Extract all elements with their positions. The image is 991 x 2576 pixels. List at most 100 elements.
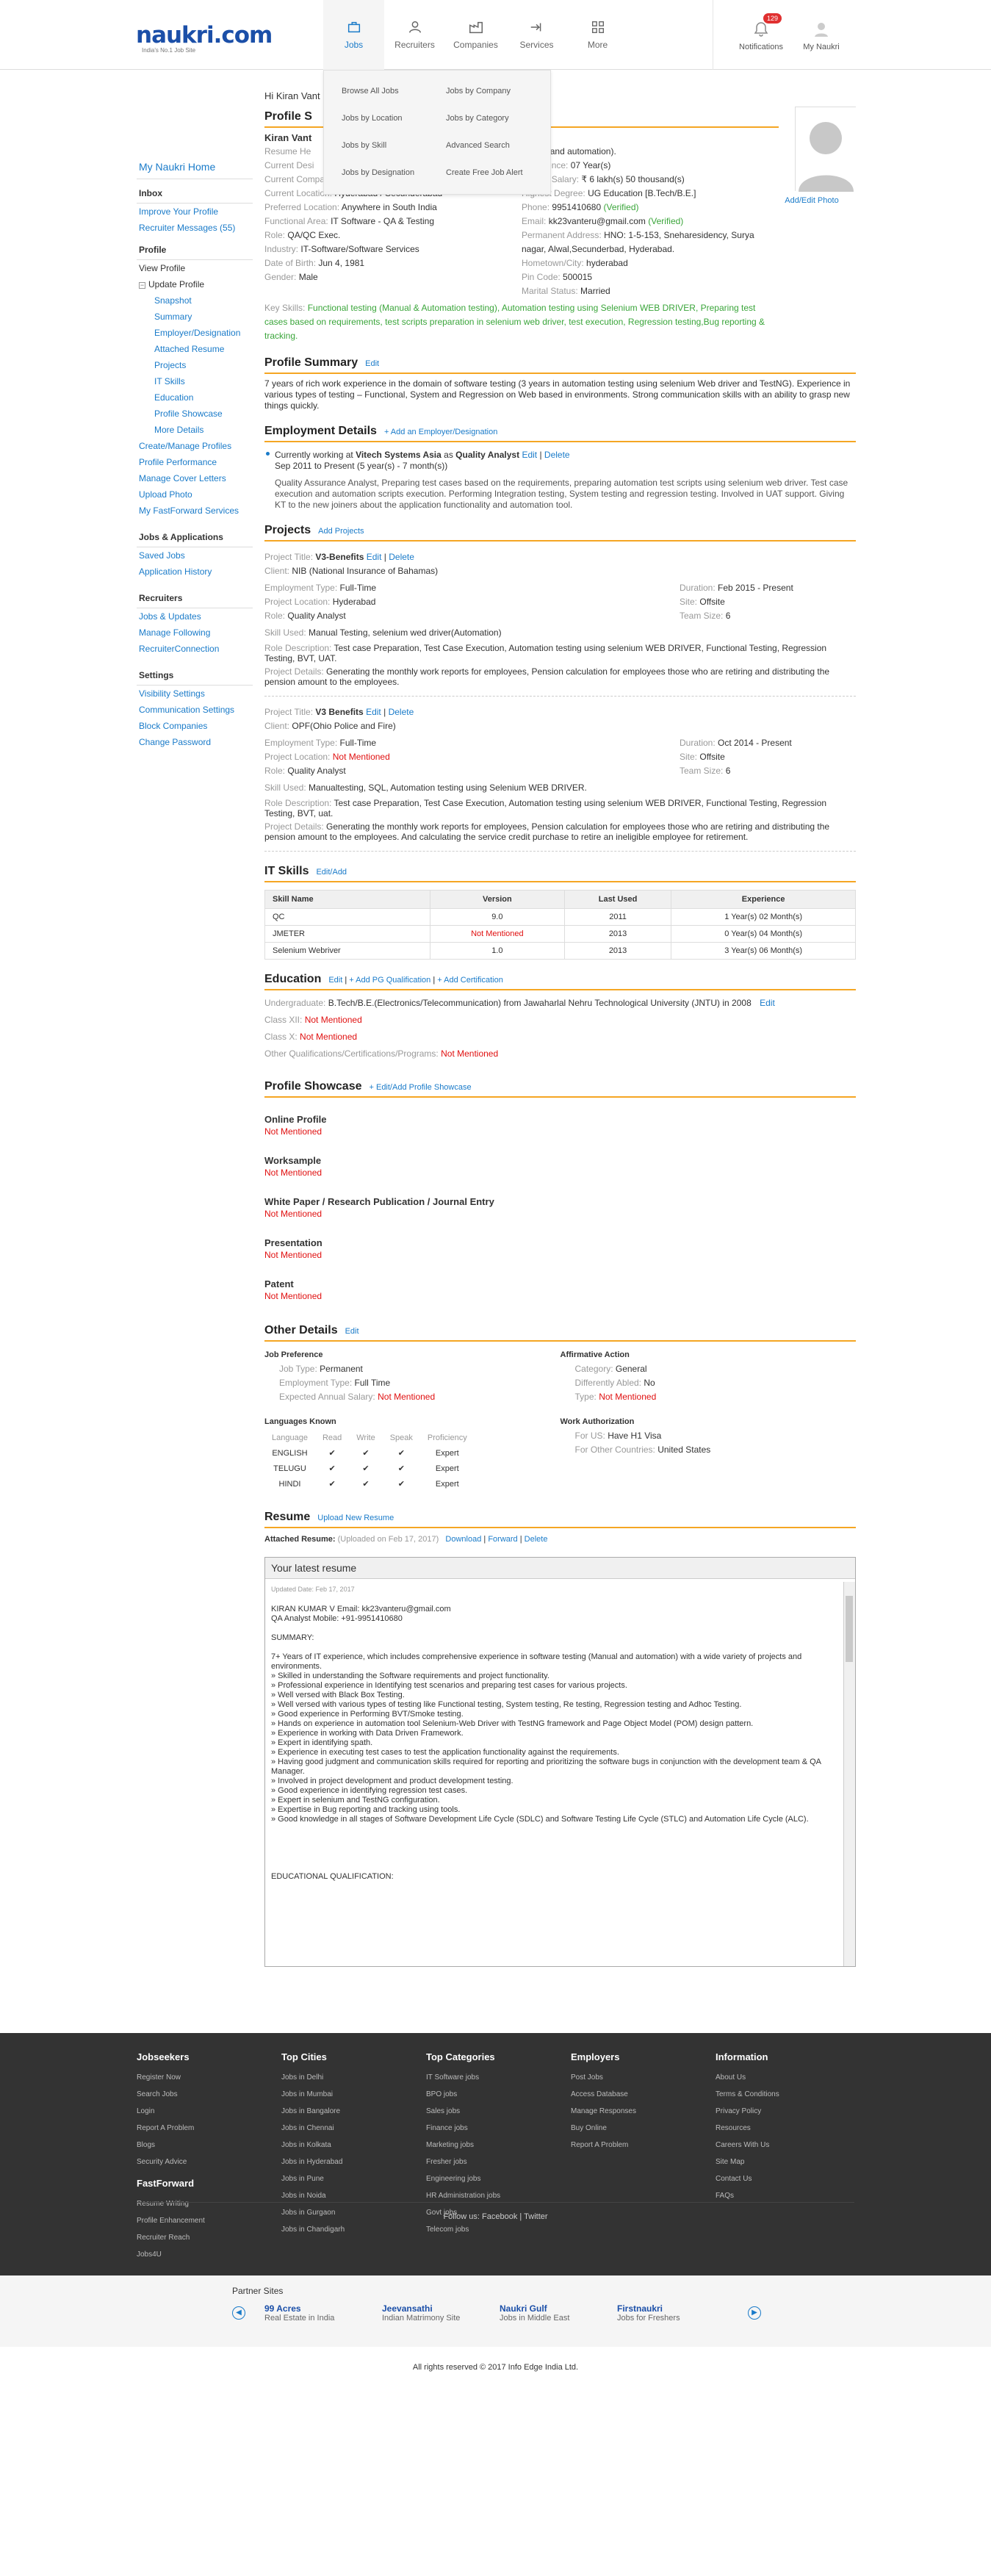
dropdown-item[interactable]: Create Free Job Alert: [437, 168, 541, 195]
sidebar-link[interactable]: Manage Following: [137, 625, 253, 641]
footer-link[interactable]: Search Jobs: [137, 2086, 276, 2103]
dropdown-item[interactable]: Browse All Jobs: [333, 87, 437, 114]
footer-link[interactable]: Security Advice: [137, 2154, 276, 2170]
add-employer-link[interactable]: + Add an Employer/Designation: [384, 428, 497, 436]
nav-recruiters[interactable]: Recruiters: [384, 0, 445, 70]
footer-link[interactable]: Recruiter Reach: [137, 2229, 276, 2246]
add-edit-photo-link[interactable]: Add/Edit Photo: [768, 196, 856, 205]
footer-link[interactable]: Jobs in Delhi: [281, 2069, 421, 2086]
delete-project-link[interactable]: Delete: [389, 707, 414, 717]
resume-preview-body[interactable]: Updated Date: Feb 17, 2017 KIRAN KUMAR V …: [265, 1579, 842, 1957]
sidebar-link[interactable]: Communication Settings: [137, 702, 253, 718]
sidebar-sub-link[interactable]: Projects: [137, 357, 253, 373]
footer-link[interactable]: BPO jobs: [426, 2086, 566, 2103]
delete-project-link[interactable]: Delete: [389, 552, 414, 562]
facebook-link[interactable]: Facebook: [482, 2212, 517, 2221]
edit-education-link[interactable]: Edit: [328, 976, 342, 985]
my-naukri-button[interactable]: My Naukri: [791, 13, 851, 51]
partner-site-item[interactable]: Firstnaukri Jobs for Freshers: [617, 2303, 735, 2323]
sidebar-sub-link[interactable]: More Details: [137, 422, 253, 438]
footer-link[interactable]: Jobs in Chandigarh: [281, 2221, 421, 2238]
edit-project-link[interactable]: Edit: [367, 552, 382, 562]
add-pg-link[interactable]: + Add PG Qualification: [349, 976, 430, 985]
edit-showcase-link[interactable]: + Edit/Add Profile Showcase: [370, 1083, 472, 1092]
sidebar-link[interactable]: Jobs & Updates: [137, 608, 253, 625]
footer-link[interactable]: Sales jobs: [426, 2103, 566, 2120]
footer-link[interactable]: Telecom jobs: [426, 2221, 566, 2238]
footer-link[interactable]: Post Jobs: [571, 2069, 710, 2086]
dropdown-item[interactable]: Jobs by Category: [437, 114, 541, 141]
partner-site-item[interactable]: Jeevansathi Indian Matrimony Site: [382, 2303, 500, 2323]
sidebar-sub-link[interactable]: IT Skills: [137, 373, 253, 389]
add-certification-link[interactable]: + Add Certification: [437, 976, 503, 985]
footer-link[interactable]: Report A Problem: [137, 2120, 276, 2137]
twitter-link[interactable]: Twitter: [524, 2212, 547, 2221]
footer-link[interactable]: About Us: [716, 2069, 855, 2086]
naukri-logo[interactable]: naukri.com India's No.1 Job Site: [136, 22, 273, 54]
footer-link[interactable]: Fresher jobs: [426, 2154, 566, 2170]
delete-employment-link[interactable]: Delete: [544, 450, 570, 460]
sidebar-link[interactable]: Profile Performance: [137, 454, 253, 470]
footer-link[interactable]: Jobs in Hyderabad: [281, 2154, 421, 2170]
footer-link[interactable]: Jobs in Kolkata: [281, 2137, 421, 2154]
footer-link[interactable]: Jobs in Chennai: [281, 2120, 421, 2137]
sidebar-sub-link[interactable]: Education: [137, 389, 253, 406]
partner-site-item[interactable]: Naukri Gulf Jobs in Middle East: [500, 2303, 617, 2323]
footer-link[interactable]: Report A Problem: [571, 2137, 710, 2154]
download-resume-link[interactable]: Download: [445, 1535, 481, 1544]
sidebar-link[interactable]: Block Companies: [137, 718, 253, 734]
sidebar-link[interactable]: RecruiterConnection: [137, 641, 253, 657]
edit-ug-link[interactable]: Edit: [760, 998, 775, 1008]
nav-jobs[interactable]: Jobs: [323, 0, 384, 70]
my-naukri-home-link[interactable]: My Naukri Home: [137, 158, 253, 179]
sidebar-link[interactable]: Recruiter Messages (55): [137, 220, 253, 236]
footer-link[interactable]: Engineering jobs: [426, 2170, 566, 2187]
sidebar-link[interactable]: Change Password: [137, 734, 253, 750]
footer-link[interactable]: Jobs in Bangalore: [281, 2103, 421, 2120]
resume-scrollbar-thumb[interactable]: [846, 1596, 853, 1662]
sidebar-sub-link[interactable]: Snapshot: [137, 292, 253, 309]
update-profile-toggle[interactable]: − Update Profile: [137, 276, 253, 292]
sidebar-sub-link[interactable]: Attached Resume: [137, 341, 253, 357]
footer-link[interactable]: Manage Responses: [571, 2103, 710, 2120]
footer-link[interactable]: Site Map: [716, 2154, 855, 2170]
edit-summary-link[interactable]: Edit: [365, 359, 379, 368]
footer-link[interactable]: IT Software jobs: [426, 2069, 566, 2086]
footer-link[interactable]: Jobs in Pune: [281, 2170, 421, 2187]
footer-link[interactable]: Terms & Conditions: [716, 2086, 855, 2103]
sidebar-sub-link[interactable]: Profile Showcase: [137, 406, 253, 422]
footer-link[interactable]: Contact Us: [716, 2170, 855, 2187]
footer-link[interactable]: Careers With Us: [716, 2137, 855, 2154]
footer-link[interactable]: Privacy Policy: [716, 2103, 855, 2120]
footer-link[interactable]: Marketing jobs: [426, 2137, 566, 2154]
sidebar-link[interactable]: Improve Your Profile: [137, 204, 253, 220]
dropdown-item[interactable]: Jobs by Skill: [333, 141, 437, 168]
partner-site-item[interactable]: 99 Acres Real Estate in India: [264, 2303, 382, 2323]
view-profile-link[interactable]: View Profile: [137, 260, 253, 276]
nav-services[interactable]: Services: [506, 0, 567, 70]
notifications-button[interactable]: 129 Notifications: [731, 13, 791, 51]
dropdown-item[interactable]: Jobs by Location: [333, 114, 437, 141]
dropdown-item[interactable]: Jobs by Designation: [333, 168, 437, 195]
add-projects-link[interactable]: Add Projects: [318, 527, 364, 536]
footer-link[interactable]: Buy Online: [571, 2120, 710, 2137]
edit-it-skills-link[interactable]: Edit/Add: [316, 868, 347, 877]
partner-next-arrow-icon[interactable]: ▶: [748, 2306, 761, 2320]
sidebar-sub-link[interactable]: Summary: [137, 309, 253, 325]
nav-more[interactable]: More: [567, 0, 628, 70]
footer-link[interactable]: Jobs4U: [137, 2246, 276, 2263]
sidebar-link[interactable]: Upload Photo: [137, 486, 253, 503]
edit-other-details-link[interactable]: Edit: [345, 1327, 359, 1336]
edit-employment-link[interactable]: Edit: [522, 450, 537, 460]
upload-resume-link[interactable]: Upload New Resume: [317, 1514, 394, 1522]
sidebar-link[interactable]: Visibility Settings: [137, 686, 253, 702]
sidebar-link[interactable]: Application History: [137, 564, 253, 580]
partner-prev-arrow-icon[interactable]: ◀: [232, 2306, 245, 2320]
sidebar-sub-link[interactable]: Employer/Designation: [137, 325, 253, 341]
sidebar-link[interactable]: Manage Cover Letters: [137, 470, 253, 486]
sidebar-link[interactable]: Saved Jobs: [137, 547, 253, 564]
edit-project-link[interactable]: Edit: [366, 707, 381, 717]
sidebar-link[interactable]: My FastForward Services: [137, 503, 253, 519]
delete-resume-link[interactable]: Delete: [525, 1535, 548, 1544]
footer-link[interactable]: Register Now: [137, 2069, 276, 2086]
